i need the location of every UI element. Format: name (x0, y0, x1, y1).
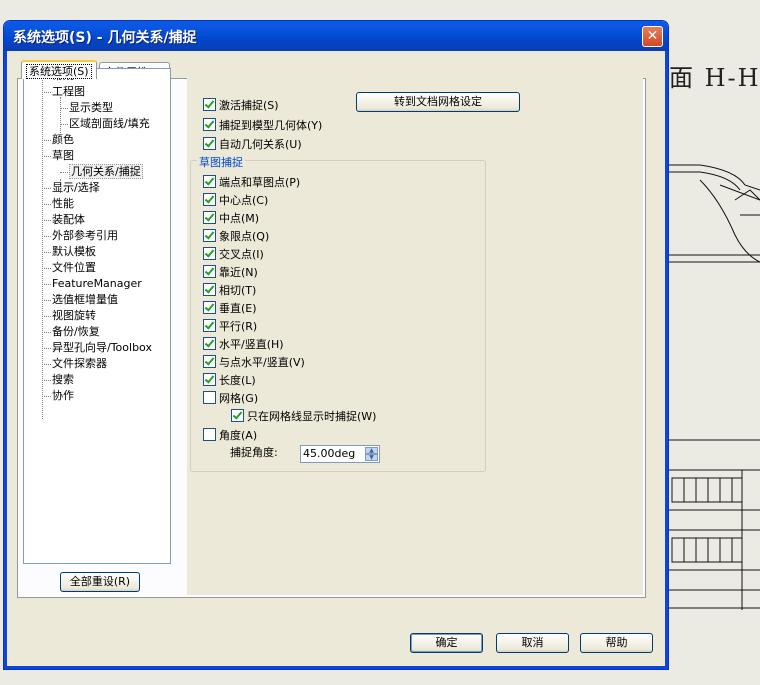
tree-item[interactable]: 视图旋转 (52, 309, 96, 323)
checkbox-box (203, 355, 216, 368)
cancel-button[interactable]: 取消 (496, 633, 569, 653)
tree-item[interactable]: 搜索 (52, 373, 74, 387)
close-button[interactable]: ✕ (642, 26, 663, 47)
checkbox-box (203, 283, 216, 296)
spin-up-icon[interactable]: ▲ (365, 447, 378, 454)
tree-item[interactable]: 几何关系/捕捉 (69, 164, 143, 179)
perpendicular-checkbox[interactable]: 垂直(E) (203, 301, 257, 315)
quadrant-points-checkbox[interactable]: 象限点(Q) (203, 229, 269, 243)
help-button[interactable]: 帮助 (580, 633, 653, 653)
center-points-checkbox[interactable]: 中心点(C) (203, 193, 268, 207)
checkbox-box (203, 428, 216, 441)
checkbox-box (203, 265, 216, 278)
intersections-checkbox[interactable]: 交叉点(I) (203, 247, 264, 261)
tree-item[interactable]: 默认模板 (52, 245, 96, 259)
ok-button[interactable]: 确定 (410, 633, 483, 653)
tree-item[interactable]: 工程图 (52, 85, 85, 99)
checkbox-box (203, 98, 216, 111)
snap-only-when-grid-displayed-checkbox[interactable]: 只在网格线显示时捕捉(W) (231, 409, 376, 423)
go-to-document-grid-button[interactable]: 转到文档网格设定 (356, 92, 520, 112)
checkbox-box (203, 229, 216, 242)
checkbox-box (203, 211, 216, 224)
spin-down-icon[interactable]: ▼ (365, 454, 378, 461)
snap-angle-spinner[interactable]: ▲ ▼ (365, 447, 378, 461)
tree-item[interactable]: 异型孔向导/Toolbox (52, 341, 152, 355)
tree-item[interactable]: 区域剖面线/填充 (69, 117, 150, 131)
checkbox-box (203, 118, 216, 131)
snap-angle-label: 捕捉角度: (230, 446, 278, 459)
tangent-checkbox[interactable]: 相切(T) (203, 283, 256, 297)
drawing-section-label: 面 H-H (669, 64, 760, 92)
checkbox-box (203, 319, 216, 332)
tree-item[interactable]: 备份/恢复 (52, 325, 100, 339)
tree-item[interactable]: 外部参考引用 (52, 229, 118, 243)
automatic-relations-checkbox[interactable]: 自动几何关系(U) (203, 137, 302, 151)
tab-system-options[interactable]: 系统选项(S) (21, 60, 97, 79)
checkbox-box (203, 193, 216, 206)
sketch-snaps-group-title: 草图捕捉 (197, 154, 245, 170)
checkbox-box (203, 373, 216, 386)
tree-item[interactable]: 颜色 (52, 133, 74, 147)
enable-snapping-checkbox[interactable]: 激活捕捉(S) (203, 98, 279, 112)
snap-to-model-geometry-checkbox[interactable]: 捕捉到模型几何体(Y) (203, 118, 322, 132)
checkbox-box (203, 175, 216, 188)
tree-item[interactable]: 显示/选择 (52, 181, 100, 195)
tree-item[interactable]: 文件位置 (52, 261, 96, 275)
tree-item[interactable]: 选值框增量值 (52, 293, 118, 307)
reset-all-button[interactable]: 全部重设(R) (60, 572, 140, 592)
grid-checkbox[interactable]: 网格(G) (203, 391, 258, 405)
tree-item[interactable]: 协作 (52, 389, 74, 403)
checkbox-box (203, 391, 216, 404)
tree-item[interactable]: 显示类型 (69, 101, 113, 115)
checkbox-box (203, 137, 216, 150)
horizontal-vertical-to-points-checkbox[interactable]: 与点水平/竖直(V) (203, 355, 305, 369)
nearest-checkbox[interactable]: 靠近(N) (203, 265, 258, 279)
checkbox-box (231, 409, 244, 422)
checkbox-box (203, 337, 216, 350)
snap-angle-input[interactable]: 45.00deg ▲ ▼ (300, 445, 380, 463)
title-bar[interactable]: 系统选项(S) - 几何关系/捕捉 ✕ (4, 21, 668, 51)
horizontal-vertical-checkbox[interactable]: 水平/竖直(H) (203, 337, 284, 351)
endpoints-sketch-points-checkbox[interactable]: 端点和草图点(P) (203, 175, 300, 189)
tree-item[interactable]: 性能 (52, 197, 74, 211)
checkbox-box (203, 247, 216, 260)
tree-item[interactable]: 草图 (52, 149, 74, 163)
length-checkbox[interactable]: 长度(L) (203, 373, 256, 387)
midpoints-checkbox[interactable]: 中点(M) (203, 211, 259, 225)
angle-snap-checkbox[interactable]: 角度(A) (203, 428, 257, 442)
options-tree[interactable]: 常规工程图显示类型区域剖面线/填充颜色草图几何关系/捕捉显示/选择性能装配体外部… (23, 68, 171, 564)
checkbox-box (203, 301, 216, 314)
tree-item[interactable]: 装配体 (52, 213, 85, 227)
window-title: 系统选项(S) - 几何关系/捕捉 (13, 30, 197, 46)
tree-item[interactable]: FeatureManager (52, 277, 142, 291)
tree-item[interactable]: 文件探索器 (52, 357, 107, 371)
parallel-checkbox[interactable]: 平行(R) (203, 319, 257, 333)
